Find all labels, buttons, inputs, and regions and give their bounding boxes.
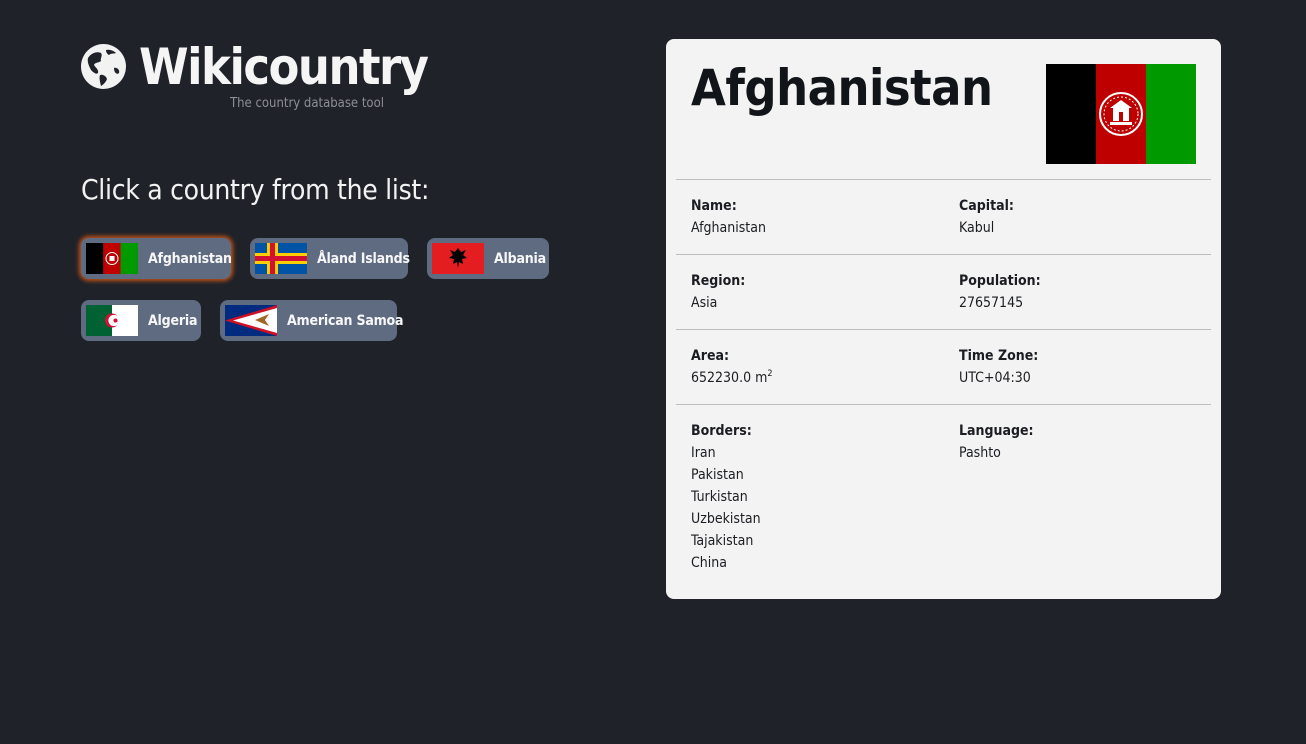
country-button-albania[interactable]: Albania: [427, 238, 549, 279]
albania-flag-icon: [432, 243, 484, 274]
field-label: Capital:: [959, 198, 1014, 214]
details-divider: [676, 329, 1211, 330]
brand-header: Wikicountry The country database tool: [81, 38, 581, 120]
afghanistan-flag-icon: [86, 243, 138, 274]
field-value: 652230.0 m2: [691, 367, 773, 389]
area-value: 652230.0 m: [691, 370, 768, 386]
field-area: Area: 652230.0 m2: [691, 345, 773, 389]
field-value: UTC+04:30: [959, 370, 1031, 386]
field-label: Name:: [691, 198, 737, 214]
aland-islands-flag-icon: [255, 243, 307, 274]
app-tagline: The country database tool: [230, 96, 384, 111]
field-value: 27657145: [959, 295, 1024, 311]
country-button-american-samoa[interactable]: American Samoa: [220, 300, 404, 341]
border-item: Turkistan: [691, 489, 748, 505]
field-value: Kabul: [959, 220, 995, 236]
field-label: Area:: [691, 348, 730, 364]
country-button-label: Åland Islands: [317, 250, 410, 267]
field-borders: Borders: Iran Pakistan Turkistan Uzbekis…: [691, 420, 761, 574]
country-details-card: Afghanistan Name: Afghanistan Capital: K…: [666, 39, 1221, 599]
field-capital: Capital: Kabul: [959, 195, 1014, 239]
country-list-prompt: Click a country from the list:: [81, 173, 430, 206]
field-label: Borders:: [691, 423, 752, 439]
country-button-label: Algeria: [148, 312, 198, 329]
border-item: Iran: [691, 445, 716, 461]
details-divider: [676, 404, 1211, 405]
border-item: Tajakistan: [691, 533, 754, 549]
field-label: Language:: [959, 423, 1034, 439]
field-value: Asia: [691, 295, 718, 311]
afghanistan-flag-icon: [1046, 64, 1196, 164]
country-button-label: American Samoa: [287, 312, 404, 329]
app-title: Wikicountry: [139, 38, 429, 96]
field-language: Language: Pashto: [959, 420, 1034, 464]
country-name-heading: Afghanistan: [691, 59, 993, 117]
field-label: Time Zone:: [959, 348, 1039, 364]
left-panel: Wikicountry The country database tool Cl…: [81, 38, 581, 341]
field-value: Afghanistan: [691, 220, 766, 236]
country-button-aland-islands[interactable]: Åland Islands: [250, 238, 410, 279]
country-button-algeria[interactable]: Algeria: [81, 300, 201, 341]
border-item: Uzbekistan: [691, 511, 761, 527]
border-item: China: [691, 555, 727, 571]
field-value: Pashto: [959, 445, 1001, 461]
field-timezone: Time Zone: UTC+04:30: [959, 345, 1038, 389]
country-button-afghanistan[interactable]: Afghanistan: [81, 238, 232, 279]
field-name: Name: Afghanistan: [691, 195, 766, 239]
field-label: Population:: [959, 273, 1041, 289]
border-item: Pakistan: [691, 467, 744, 483]
details-divider: [676, 179, 1211, 180]
algeria-flag-icon: [86, 305, 138, 336]
country-button-label: Albania: [494, 250, 546, 267]
globe-icon: [81, 44, 126, 89]
field-region: Region: Asia: [691, 270, 745, 314]
field-population: Population: 27657145: [959, 270, 1041, 314]
field-label: Region:: [691, 273, 746, 289]
area-unit-superscript: 2: [767, 369, 773, 379]
country-button-label: Afghanistan: [148, 250, 232, 267]
american-samoa-flag-icon: [225, 305, 277, 336]
details-divider: [676, 254, 1211, 255]
